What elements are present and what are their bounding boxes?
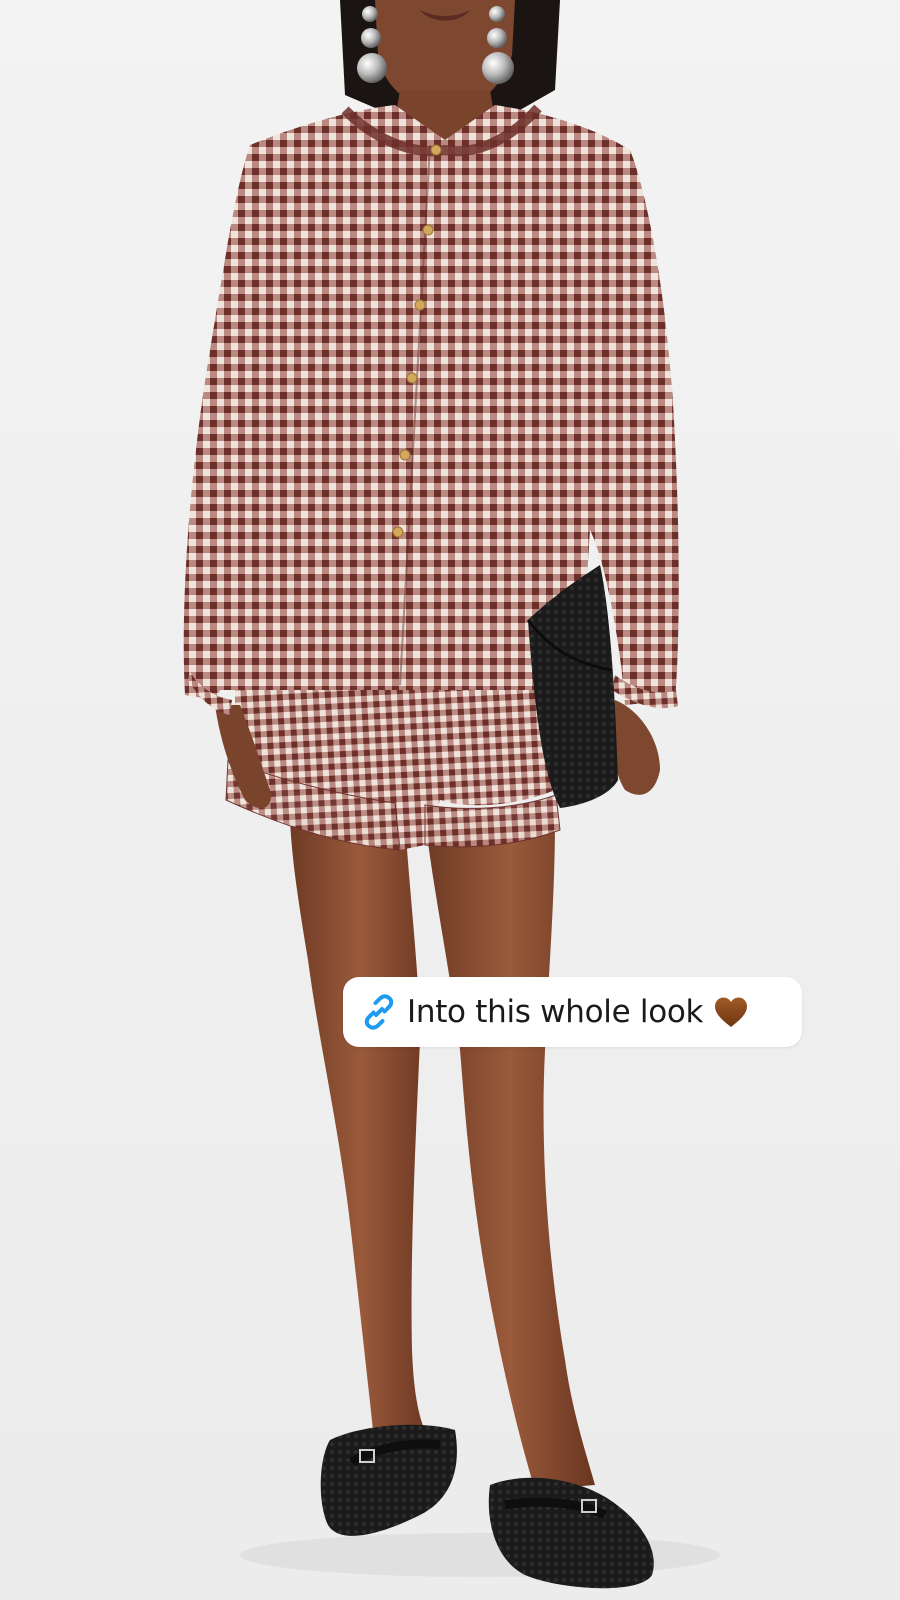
- outfit-photo: [183, 0, 720, 1589]
- brown-heart-icon: [713, 995, 749, 1029]
- story-canvas: Into this whole look: [0, 0, 900, 1600]
- link-icon: [357, 990, 401, 1034]
- text-sticker[interactable]: Into this whole look: [343, 977, 802, 1047]
- sticker-caption: Into this whole look: [407, 994, 704, 1030]
